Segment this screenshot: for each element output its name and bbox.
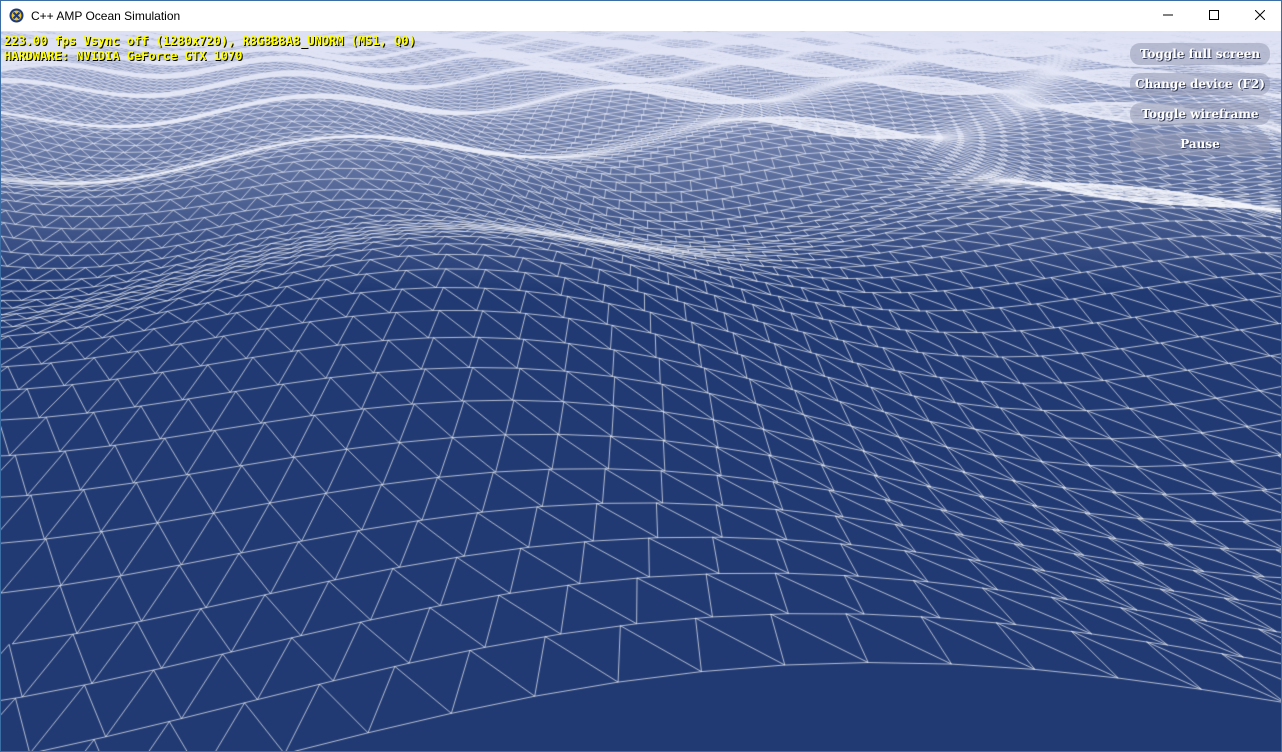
toggle-full-screen-button[interactable]: Toggle full screen <box>1130 43 1270 65</box>
pause-button[interactable]: Pause <box>1130 133 1270 155</box>
minimize-icon <box>1163 7 1173 25</box>
stats-line-hardware: HARDWARE: NVIDIA GeForce GTX 1070 <box>4 49 243 63</box>
stats-overlay: 223.00 fps Vsync off (1280x720), R8G8B8A… <box>4 34 416 64</box>
change-device-button[interactable]: Change device (F2) <box>1130 73 1270 95</box>
minimize-button[interactable] <box>1145 1 1191 31</box>
close-button[interactable] <box>1237 1 1281 31</box>
stats-line-fps: 223.00 fps Vsync off (1280x720), R8G8B8A… <box>4 34 416 48</box>
hud-panel: Toggle full screen Change device (F2) To… <box>1130 43 1270 163</box>
title-bar[interactable]: C++ AMP Ocean Simulation <box>1 1 1281 31</box>
render-viewport[interactable]: 223.00 fps Vsync off (1280x720), R8G8B8A… <box>1 31 1281 751</box>
amp-logo-icon <box>9 8 24 23</box>
app-window: C++ AMP Ocean Simulation 223.00 fps Vsyn… <box>0 0 1282 752</box>
maximize-icon <box>1209 7 1219 25</box>
window-title: C++ AMP Ocean Simulation <box>31 9 181 23</box>
close-icon <box>1254 7 1266 25</box>
maximize-button[interactable] <box>1191 1 1237 31</box>
toggle-wireframe-button[interactable]: Toggle wireframe <box>1130 103 1270 125</box>
ocean-wireframe-canvas[interactable] <box>1 31 1281 751</box>
